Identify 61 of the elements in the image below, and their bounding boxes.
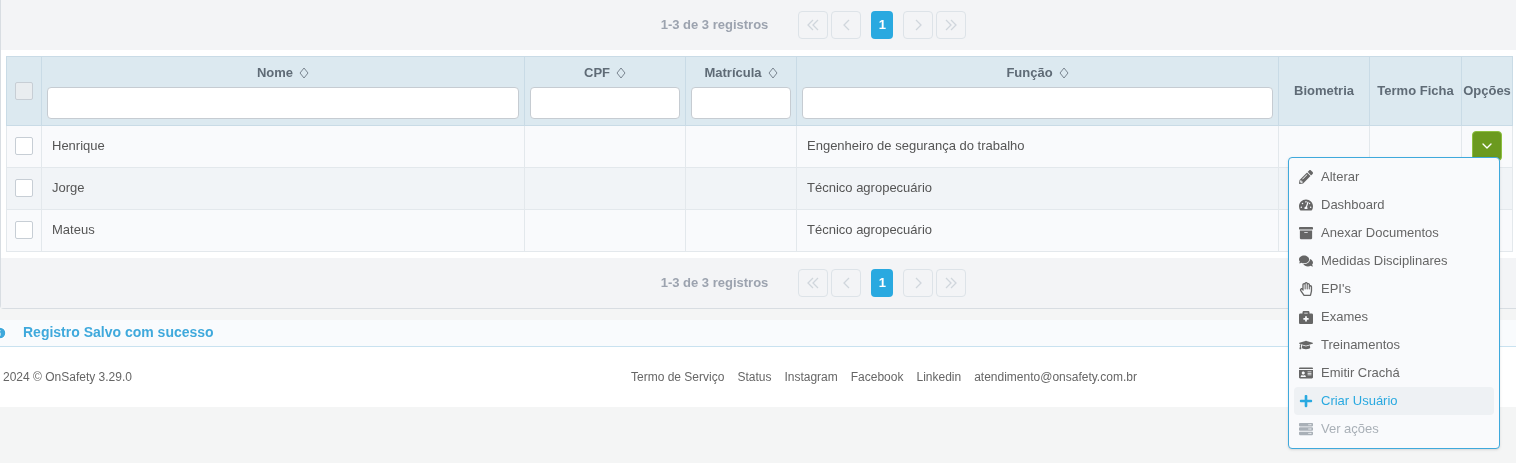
- menu-item[interactable]: Dashboard: [1294, 191, 1494, 219]
- checkbox[interactable]: [15, 81, 33, 100]
- filter-field[interactable]: [47, 86, 519, 119]
- menu-item[interactable]: Exames: [1294, 303, 1494, 331]
- filter-field[interactable]: [691, 86, 791, 119]
- column-label[interactable]: Matrícula: [704, 63, 762, 83]
- left-chevron-icon: [842, 19, 850, 31]
- footer-link[interactable]: Termo de Serviço: [631, 367, 725, 386]
- message-text: Registro Salvo com sucesso: [23, 323, 214, 342]
- menu-item[interactable]: Emitir Crachá: [1294, 359, 1494, 387]
- gauge-icon: [1299, 198, 1313, 212]
- chat-bubbles-icon: [1299, 254, 1313, 268]
- sort-icon[interactable]: [767, 66, 778, 79]
- column-label[interactable]: Nome: [256, 63, 294, 83]
- sort-icon[interactable]: [1058, 66, 1069, 79]
- table-cell: Técnico agropecuário: [796, 209, 1279, 251]
- checkbox[interactable]: [15, 137, 33, 155]
- footer-link[interactable]: Facebook: [850, 367, 904, 386]
- double-right-chevron-icon: [945, 19, 958, 31]
- right-chevron-icon: [914, 19, 922, 31]
- checkbox[interactable]: [15, 179, 33, 197]
- table-cell: Técnico agropecuário: [796, 167, 1279, 209]
- column-label[interactable]: CPF: [584, 63, 610, 83]
- list-icon: [1299, 422, 1313, 436]
- records-summary: 1-3 de 3 registros: [660, 16, 769, 35]
- copyright-text: 2024 © OnSafety 3.29.0: [3, 368, 133, 386]
- column-label: Opções: [1463, 82, 1511, 100]
- menu-item[interactable]: Alterar: [1294, 163, 1494, 191]
- table-cell: Mateus: [41, 209, 525, 251]
- double-right-chevron-icon: [945, 276, 958, 289]
- medical-kit-icon: [1299, 310, 1313, 324]
- graduation-cap-icon: [1299, 338, 1313, 352]
- table-cell: Jorge: [41, 167, 525, 209]
- filter-field[interactable]: [530, 86, 680, 119]
- footer-link[interactable]: Status: [737, 367, 772, 386]
- footer-link[interactable]: atendimento@onsafety.com.br: [974, 367, 1137, 386]
- double-left-chevron-icon: [807, 19, 820, 31]
- plus-icon: [1299, 394, 1313, 408]
- hand-icon: [1299, 282, 1313, 296]
- column-label: Biometria: [1294, 82, 1354, 100]
- filter-field[interactable]: [802, 86, 1273, 119]
- checkbox[interactable]: [15, 221, 33, 239]
- column-label[interactable]: Função: [1006, 63, 1053, 83]
- records-summary: 1-3 de 3 registros: [660, 273, 769, 292]
- double-left-chevron-icon: [807, 276, 820, 289]
- menu-item[interactable]: Anexar Documentos: [1294, 219, 1494, 247]
- footer-link[interactable]: Instagram: [784, 367, 838, 386]
- sort-icon[interactable]: [616, 66, 626, 79]
- right-chevron-icon: [914, 276, 922, 289]
- column-label: Termo Ficha: [1377, 82, 1454, 100]
- sort-icon[interactable]: [299, 66, 310, 79]
- menu-item[interactable]: Medidas Disciplinares: [1294, 247, 1494, 275]
- id-card-icon: [1299, 366, 1313, 380]
- table-cell: Henrique: [41, 125, 525, 167]
- menu-item[interactable]: Treinamentos: [1294, 331, 1494, 359]
- menu-item[interactable]: EPI's: [1294, 275, 1494, 303]
- pencil-icon: [1299, 170, 1313, 184]
- archive-box-icon: [1299, 226, 1313, 240]
- left-chevron-icon: [842, 276, 850, 289]
- footer-link[interactable]: Linkedin: [916, 367, 962, 386]
- table-cell: Engenheiro de segurança do trabalho: [796, 125, 1279, 167]
